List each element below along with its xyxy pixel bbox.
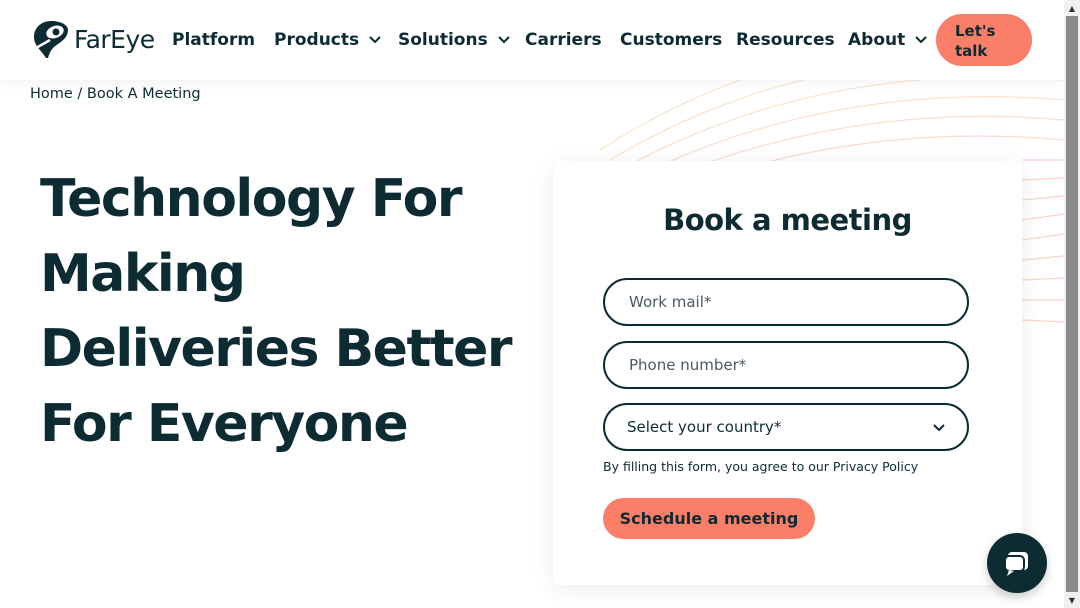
nav-products[interactable]: Products xyxy=(274,28,381,52)
hero-line: Technology For xyxy=(40,169,462,229)
nav-platform[interactable]: Platform xyxy=(172,28,255,52)
breadcrumb[interactable]: Home / Book A Meeting xyxy=(30,86,201,102)
form-title: Book a meeting xyxy=(663,203,912,237)
phone-number-field[interactable] xyxy=(603,341,969,389)
nav-label: Products xyxy=(274,30,360,50)
site-header: FarEye Platform Products Solutions Carri… xyxy=(0,0,1064,80)
nav-label: About xyxy=(848,30,906,50)
scrollbar[interactable]: ▲ ▼ xyxy=(1064,0,1080,608)
scroll-thumb[interactable] xyxy=(1066,16,1078,592)
work-mail-field[interactable] xyxy=(603,278,969,326)
nav-resources[interactable]: Resources xyxy=(736,28,835,52)
chat-button[interactable] xyxy=(987,533,1047,593)
nav-label: Platform xyxy=(172,30,256,50)
schedule-meeting-button[interactable]: Schedule a meeting xyxy=(603,498,815,539)
chat-bubble-icon xyxy=(1004,552,1028,576)
phone-number-input[interactable] xyxy=(605,343,967,387)
privacy-policy-text: By filling this form, you agree to our P… xyxy=(603,459,919,474)
logo-wordmark: FarEye xyxy=(74,24,155,54)
chevron-down-icon xyxy=(933,418,945,436)
nav-about[interactable]: About xyxy=(848,28,927,52)
book-meeting-card: Book a meeting Select your country* By f… xyxy=(553,161,1022,585)
scroll-up-arrow[interactable]: ▲ xyxy=(1064,0,1080,16)
nav-label: Customers xyxy=(620,30,723,50)
nav-customers[interactable]: Customers xyxy=(620,28,722,52)
country-select[interactable]: Select your country* xyxy=(603,403,969,451)
work-mail-input[interactable] xyxy=(605,280,967,324)
scroll-down-arrow[interactable]: ▼ xyxy=(1064,592,1080,608)
nav-label: Resources xyxy=(736,30,835,50)
lets-talk-line2: talk xyxy=(955,42,988,60)
chevron-down-icon xyxy=(369,36,381,44)
fareye-pin-icon xyxy=(34,21,68,58)
lets-talk-button[interactable]: Let's talk xyxy=(936,14,1032,66)
hero-title: Technology For Making Deliveries Better … xyxy=(40,162,540,462)
lets-talk-line1: Let's xyxy=(955,22,996,40)
nav-label: Carriers xyxy=(525,30,602,50)
chevron-down-icon xyxy=(915,36,927,44)
logo[interactable]: FarEye xyxy=(30,18,155,60)
hero-line: Making xyxy=(40,244,246,304)
hero-line: Deliveries Better xyxy=(40,319,513,379)
hero-line: For Everyone xyxy=(40,394,409,454)
nav-solutions[interactable]: Solutions xyxy=(398,28,510,52)
chevron-down-icon xyxy=(498,36,510,44)
country-select-value: Select your country* xyxy=(627,418,782,436)
nav-label: Solutions xyxy=(398,30,488,50)
nav-carriers[interactable]: Carriers xyxy=(525,28,602,52)
